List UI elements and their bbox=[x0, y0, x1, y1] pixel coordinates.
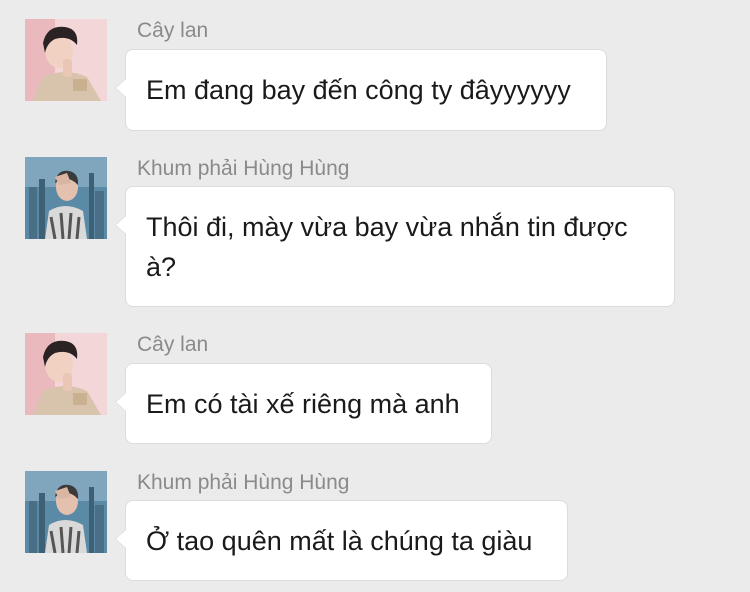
avatar[interactable] bbox=[25, 471, 107, 553]
avatar[interactable] bbox=[25, 333, 107, 415]
sender-name: Khum phải Hùng Hùng bbox=[137, 471, 350, 494]
message-bubble[interactable]: Em đang bay đến công ty đâyyyyyy bbox=[115, 49, 607, 131]
sender-name: Cây lan bbox=[137, 333, 209, 356]
city-portrait-avatar-icon bbox=[25, 157, 107, 239]
sender-name: Khum phải Hùng Hùng bbox=[137, 157, 350, 180]
message-bubble[interactable]: Thôi đi, mày vừa bay vừa nhắn tin được à… bbox=[115, 186, 675, 307]
pink-portrait-avatar-icon bbox=[25, 333, 107, 415]
avatar[interactable] bbox=[25, 157, 107, 239]
sender-name: Cây lan bbox=[137, 19, 209, 42]
avatar[interactable] bbox=[25, 19, 107, 101]
pink-portrait-avatar-icon bbox=[25, 19, 107, 101]
message-bubble[interactable]: Em có tài xế riêng mà anh bbox=[115, 363, 492, 444]
city-portrait-avatar-icon bbox=[25, 471, 107, 553]
chat-thread: Cây lan Em đang bay đến công ty đâyyyyyy… bbox=[0, 0, 750, 592]
message-bubble[interactable]: Ở tao quên mất là chúng ta giàu bbox=[115, 500, 568, 581]
